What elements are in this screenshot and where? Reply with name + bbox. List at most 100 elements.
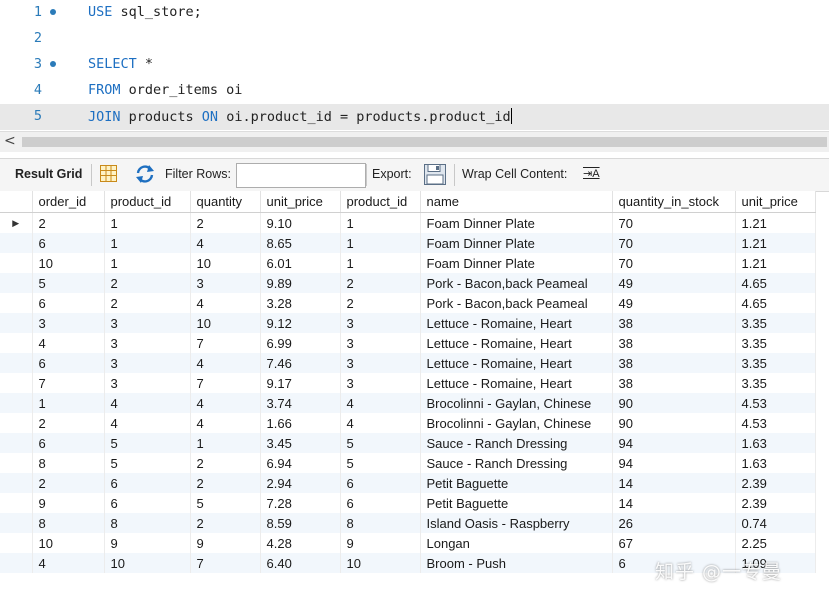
table-cell[interactable]: 3.35 xyxy=(735,333,816,353)
table-cell[interactable]: 6 xyxy=(104,473,191,493)
table-row[interactable]: 6 5 1 3.45 5 Sauce - Ranch Dressing 94 1.63 xyxy=(0,433,816,453)
table-row[interactable]: 6 1 4 8.65 1 Foam Dinner Plate 70 1.21 xyxy=(0,233,816,253)
table-cell[interactable]: 1 xyxy=(340,253,421,273)
column-header[interactable]: unit_price xyxy=(735,191,816,213)
row-selector[interactable] xyxy=(0,393,33,413)
table-cell[interactable]: 4.65 xyxy=(735,293,816,313)
table-cell[interactable]: 2 xyxy=(190,473,261,493)
table-cell[interactable]: 2 xyxy=(340,273,421,293)
table-row[interactable]: 6 2 4 3.28 2 Pork - Bacon,back Peameal 49 4.65 xyxy=(0,293,816,313)
table-cell[interactable]: 3 xyxy=(104,333,191,353)
table-row[interactable]: 10 9 9 4.28 9 Longan 67 2.25 xyxy=(0,533,816,553)
table-cell[interactable]: 7 xyxy=(190,373,261,393)
table-cell[interactable]: 4 xyxy=(190,353,261,373)
row-selector[interactable] xyxy=(0,433,33,453)
row-selector[interactable] xyxy=(0,353,33,373)
table-cell[interactable]: Island Oasis - Raspberry xyxy=(420,513,613,533)
table-cell[interactable]: 1 xyxy=(190,433,261,453)
row-selector[interactable] xyxy=(0,493,33,513)
table-row[interactable]: ▶ 2 1 2 9.10 1 Foam Dinner Plate 70 1.21 xyxy=(0,212,816,233)
table-cell[interactable]: 2 xyxy=(340,293,421,313)
table-cell[interactable]: 38 xyxy=(612,333,736,353)
refresh-icon[interactable] xyxy=(134,164,156,187)
editor-line[interactable]: 3 SELECT * xyxy=(0,52,829,78)
column-header[interactable]: quantity xyxy=(190,191,261,213)
scroll-left-icon[interactable]: < xyxy=(4,133,16,149)
row-selector[interactable] xyxy=(0,513,33,533)
table-cell[interactable]: 9.17 xyxy=(260,373,341,393)
table-cell[interactable]: 1 xyxy=(104,233,191,253)
table-cell[interactable]: 38 xyxy=(612,373,736,393)
table-cell[interactable]: 1.63 xyxy=(735,433,816,453)
table-cell[interactable]: 1.63 xyxy=(735,453,816,473)
table-cell[interactable]: 1 xyxy=(340,233,421,253)
table-row[interactable]: 10 1 10 6.01 1 Foam Dinner Plate 70 1.21 xyxy=(0,253,816,273)
table-cell[interactable]: 9 xyxy=(104,533,191,553)
table-cell[interactable]: Sauce - Ranch Dressing xyxy=(420,453,613,473)
table-row[interactable]: 8 8 2 8.59 8 Island Oasis - Raspberry 26 0.74 xyxy=(0,513,816,533)
table-cell[interactable]: 49 xyxy=(612,273,736,293)
table-cell[interactable]: 70 xyxy=(612,233,736,253)
table-cell[interactable]: 70 xyxy=(612,253,736,273)
row-selector[interactable] xyxy=(0,273,33,293)
column-header[interactable]: name xyxy=(420,191,613,213)
table-cell[interactable]: 5 xyxy=(190,493,261,513)
row-selector[interactable] xyxy=(0,533,33,553)
column-header[interactable]: quantity_in_stock xyxy=(612,191,736,213)
table-cell[interactable]: 2.25 xyxy=(735,533,816,553)
table-cell[interactable]: 4 xyxy=(32,553,105,573)
table-cell[interactable]: 1 xyxy=(104,253,191,273)
table-row[interactable]: 4 3 7 6.99 3 Lettuce - Romaine, Heart 38 3.35 xyxy=(0,333,816,353)
table-cell[interactable]: 2 xyxy=(190,513,261,533)
column-header[interactable]: product_id xyxy=(104,191,191,213)
table-cell[interactable]: 4 xyxy=(104,413,191,433)
table-cell[interactable]: 8.65 xyxy=(260,233,341,253)
table-cell[interactable]: 38 xyxy=(612,313,736,333)
table-cell[interactable]: Broom - Push xyxy=(420,553,613,573)
table-cell[interactable]: 4 xyxy=(190,293,261,313)
table-cell[interactable]: 3 xyxy=(190,273,261,293)
editor-line[interactable]: 1 USE sql_store; xyxy=(0,0,829,26)
table-cell[interactable]: 3.35 xyxy=(735,353,816,373)
table-cell[interactable]: 10 xyxy=(32,253,105,273)
table-cell[interactable]: 9 xyxy=(190,533,261,553)
result-grid-tab[interactable]: Result Grid xyxy=(15,167,82,181)
table-cell[interactable]: Foam Dinner Plate xyxy=(420,253,613,273)
row-selector[interactable] xyxy=(0,233,33,253)
current-row-arrow-icon[interactable]: ▶ xyxy=(0,212,33,233)
row-selector[interactable] xyxy=(0,293,33,313)
table-cell[interactable]: 2 xyxy=(190,453,261,473)
table-cell[interactable]: 3 xyxy=(340,313,421,333)
table-cell[interactable]: 6.94 xyxy=(260,453,341,473)
table-cell[interactable]: Foam Dinner Plate xyxy=(420,212,613,233)
table-cell[interactable]: 6 xyxy=(340,473,421,493)
table-cell[interactable]: 14 xyxy=(612,473,736,493)
table-cell[interactable]: 6.40 xyxy=(260,553,341,573)
table-cell[interactable]: 9 xyxy=(32,493,105,513)
table-row[interactable]: 1 4 4 3.74 4 Brocolinni - Gaylan, Chinese 90 4.… xyxy=(0,393,816,413)
table-cell[interactable]: Brocolinni - Gaylan, Chinese xyxy=(420,393,613,413)
table-cell[interactable]: Foam Dinner Plate xyxy=(420,233,613,253)
table-cell[interactable]: 3.35 xyxy=(735,373,816,393)
editor-line-current[interactable]: 5 JOIN products ON oi.product_id = produ… xyxy=(0,104,829,130)
editor-line[interactable]: 2 xyxy=(0,26,829,52)
table-cell[interactable]: 10 xyxy=(190,313,261,333)
column-header[interactable]: product_id xyxy=(340,191,421,213)
table-cell[interactable]: 9.12 xyxy=(260,313,341,333)
table-cell[interactable]: 3 xyxy=(32,313,105,333)
table-cell[interactable]: 2.39 xyxy=(735,473,816,493)
table-cell[interactable]: 6 xyxy=(104,493,191,513)
table-cell[interactable]: 1.21 xyxy=(735,233,816,253)
table-cell[interactable]: 6 xyxy=(340,493,421,513)
table-cell[interactable]: 9.89 xyxy=(260,273,341,293)
table-cell[interactable]: 8 xyxy=(32,513,105,533)
table-cell[interactable]: 3 xyxy=(104,353,191,373)
table-cell[interactable]: 3 xyxy=(340,333,421,353)
row-selector[interactable] xyxy=(0,553,33,573)
table-cell[interactable]: 67 xyxy=(612,533,736,553)
filter-rows-input[interactable] xyxy=(236,163,366,188)
table-cell[interactable]: 70 xyxy=(612,212,736,233)
table-row[interactable]: 7 3 7 9.17 3 Lettuce - Romaine, Heart 38 3.35 xyxy=(0,373,816,393)
row-selector[interactable] xyxy=(0,253,33,273)
table-cell[interactable]: 5 xyxy=(340,433,421,453)
